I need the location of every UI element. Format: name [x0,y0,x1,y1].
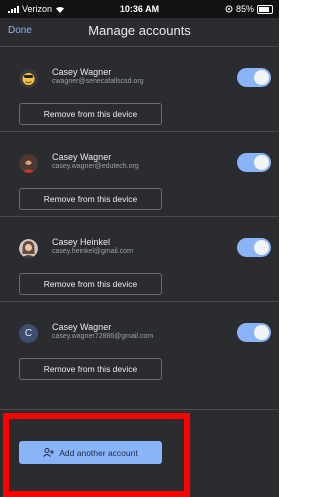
remove-account-button[interactable]: Remove from this device [19,273,162,295]
account-email: cwagner@senecafallscsd.org [52,78,144,85]
add-account-label: Add another account [59,447,138,458]
header: Done Manage accounts [0,18,279,46]
account-toggle[interactable] [237,323,271,342]
account-email: casey.wagner72886@gmail.com [52,333,154,340]
remove-account-button[interactable]: Remove from this device [19,188,162,210]
photo-avatar-icon [19,154,38,173]
manage-accounts-screen: Verizon 10:36 AM 85% Done Manage account… [0,0,279,497]
letter-avatar-icon: C [19,324,38,343]
account-email: casey.wagner@edutech.org [52,163,139,170]
page-title: Manage accounts [88,23,191,38]
account-row: Casey Wagner casey.wagner@edutech.org Re… [0,131,279,216]
account-row: C Casey Wagner casey.wagner72886@gmail.c… [0,301,279,386]
photo-avatar-icon [19,239,38,258]
add-person-icon [43,448,55,457]
account-name: Casey Wagner [52,152,112,162]
account-name: Casey Wagner [52,67,112,77]
battery-icon [257,4,273,14]
account-toggle[interactable] [237,238,271,257]
location-icon [225,5,233,13]
status-bar: Verizon 10:36 AM 85% [0,0,279,18]
add-another-account-button[interactable]: Add another account [19,441,162,464]
account-name: Casey Wagner [52,322,112,332]
remove-account-button[interactable]: Remove from this device [19,103,162,125]
account-toggle[interactable] [237,68,271,87]
account-row: Casey Heinkel casey.heinkel@gmail.com Re… [0,216,279,301]
remove-account-button[interactable]: Remove from this device [19,358,162,380]
account-name: Casey Heinkel [52,237,111,247]
account-toggle[interactable] [237,153,271,172]
account-row: Casey Wagner cwagner@senecafallscsd.org … [0,46,279,131]
battery-percent: 85% [235,4,254,14]
status-right: 85% [225,4,273,14]
emoji-avatar-icon [19,69,38,88]
account-email: casey.heinkel@gmail.com [52,248,133,255]
